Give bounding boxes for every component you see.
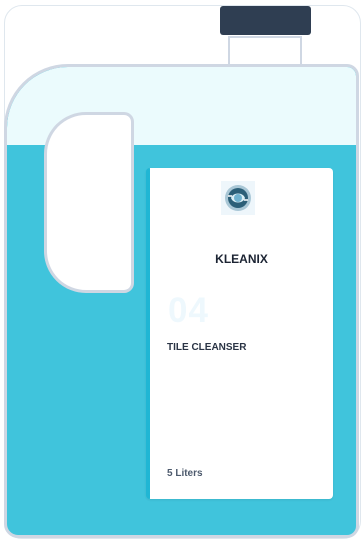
container-handle — [44, 112, 134, 293]
logo-globe-icon — [225, 185, 251, 211]
container-neck — [228, 36, 302, 64]
product-number: 04 — [168, 291, 209, 330]
product-label: KLEANIX 04 TILE CLEANSER 5 Liters — [146, 168, 333, 499]
container-cap — [220, 6, 311, 35]
product-name: TILE CLEANSER — [167, 342, 247, 353]
kleanix-logo-icon — [221, 181, 255, 215]
product-card-stage: KLEANIX 04 TILE CLEANSER 5 Liters — [0, 0, 363, 542]
product-volume: 5 Liters — [167, 468, 203, 479]
brand-name: KLEANIX — [215, 252, 268, 266]
